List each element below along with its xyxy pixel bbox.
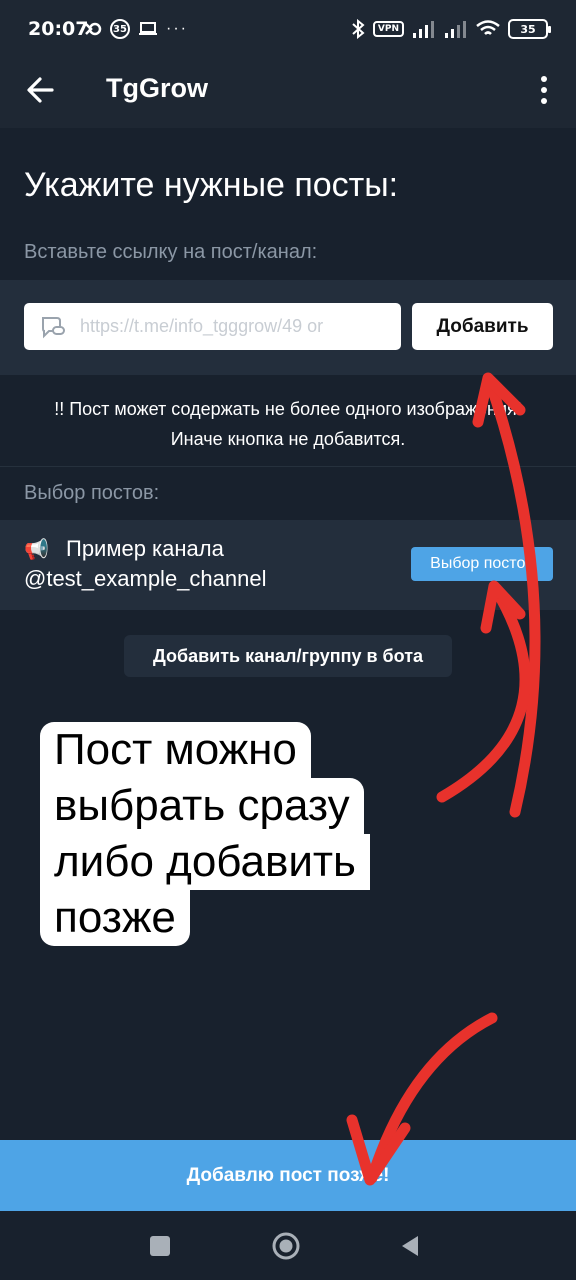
battery-icon: 35 [508, 19, 551, 39]
status-right-icons: VPN 35 [351, 16, 551, 42]
megaphone-icon: 📢 [24, 539, 49, 561]
circle-badge-icon: 35 [110, 19, 130, 39]
link-input[interactable] [80, 316, 370, 337]
add-post-later-button[interactable]: Добавлю пост позже! [0, 1140, 576, 1211]
annotation-line-3: либо добавить [40, 834, 370, 890]
arrow-to-select-posts [436, 582, 531, 803]
square-icon [150, 1236, 170, 1256]
kebab-dot-icon [541, 76, 547, 82]
add-button[interactable]: Добавить [412, 303, 553, 350]
app-bar: TgGrow [0, 58, 576, 128]
annotation-callout: Пост можно выбрать сразу либо добавить п… [40, 722, 370, 946]
back-nav-button[interactable] [396, 1231, 426, 1261]
home-circle-icon [272, 1232, 300, 1260]
select-posts-button[interactable]: Выбор постов [411, 547, 553, 581]
link-label: Вставьте ссылку на пост/канал: [24, 241, 318, 263]
signal-icon [413, 21, 434, 38]
more-menu-button[interactable] [534, 72, 554, 108]
system-nav-bar [0, 1211, 576, 1280]
back-arrow-icon [27, 77, 54, 103]
notice-line-1: !! Пост может содержать не более одного … [54, 399, 522, 419]
status-left-icons: 35 ··· [84, 16, 188, 42]
laptop-icon [139, 22, 157, 35]
divider [0, 466, 576, 467]
notice-text: !! Пост может содержать не более одного … [0, 394, 576, 454]
vpn-icon: VPN [372, 21, 404, 37]
home-button[interactable] [271, 1231, 301, 1261]
recents-button[interactable] [145, 1231, 175, 1261]
more-notifications-icon: ··· [166, 20, 188, 37]
link-input-container[interactable] [24, 303, 401, 350]
chat-link-icon [42, 316, 65, 338]
bluetooth-icon [352, 19, 365, 39]
channel-handle: @test_example_channel [24, 566, 267, 591]
channel-name: Пример канала [66, 536, 224, 561]
signal-icon-2 [445, 21, 466, 38]
kebab-dot-icon [541, 87, 547, 93]
annotation-line-2: выбрать сразу [40, 778, 364, 834]
kebab-dot-icon [541, 98, 547, 104]
page-heading: Укажите нужные посты: [24, 166, 399, 204]
notice-line-2: Иначе кнопка не добавится. [170, 429, 406, 449]
annotation-line-4: позже [40, 890, 190, 946]
notification-icon [85, 22, 102, 36]
channel-row: 📢 Пример канала @test_example_channel Вы… [0, 520, 576, 610]
triangle-back-icon [402, 1236, 418, 1256]
annotation-line-1: Пост можно [40, 722, 311, 778]
wifi-icon [476, 20, 500, 35]
back-button[interactable] [22, 70, 62, 110]
posts-section-label: Выбор постов: [24, 482, 160, 504]
status-bar: 20:07 35 ··· VPN 35 [0, 0, 576, 58]
add-channel-button[interactable]: Добавить канал/группу в бота [124, 635, 452, 677]
app-title: TgGrow [106, 73, 208, 103]
link-input-row: Добавить [0, 280, 576, 375]
status-time: 20:07 [28, 18, 89, 40]
